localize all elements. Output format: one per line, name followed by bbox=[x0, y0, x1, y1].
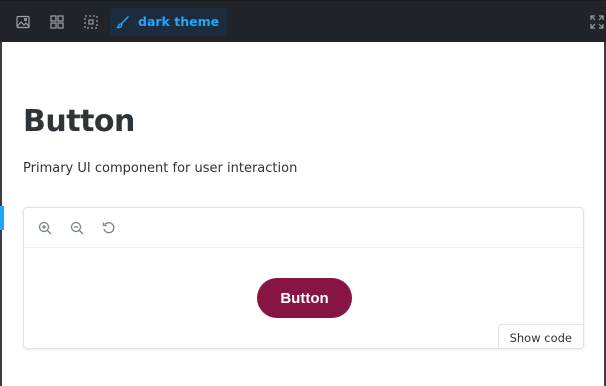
preview-toolbar bbox=[24, 208, 583, 248]
theme-toggle-label: dark theme bbox=[138, 14, 220, 29]
page-title: Button bbox=[23, 104, 135, 139]
story-canvas: Button Show code bbox=[24, 249, 583, 348]
grid-icon[interactable] bbox=[42, 7, 72, 37]
zoom-in-icon[interactable] bbox=[34, 217, 56, 239]
zoom-reset-icon[interactable] bbox=[98, 217, 120, 239]
zoom-out-icon[interactable] bbox=[66, 217, 88, 239]
expand-icon[interactable] bbox=[590, 14, 604, 29]
outline-icon[interactable] bbox=[76, 7, 106, 37]
paintbrush-icon bbox=[116, 15, 129, 28]
component-description: Primary UI component for user interactio… bbox=[23, 161, 298, 176]
image-icon[interactable] bbox=[8, 7, 38, 37]
story-preview: Button Show code bbox=[23, 207, 584, 349]
toolbar: dark theme bbox=[0, 0, 606, 42]
sidebar-active-marker bbox=[0, 206, 4, 230]
theme-toggle-button[interactable]: dark theme bbox=[110, 7, 228, 36]
show-code-button[interactable]: Show code bbox=[497, 324, 583, 348]
primary-button[interactable]: Button bbox=[257, 278, 352, 318]
